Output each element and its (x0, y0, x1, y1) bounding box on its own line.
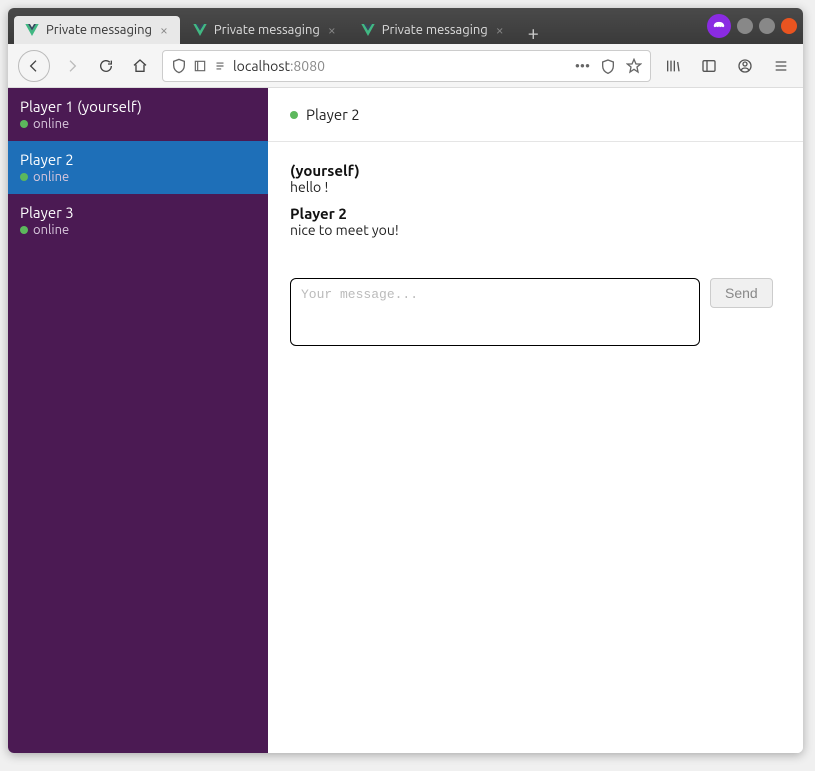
private-mode-icon (707, 14, 731, 38)
url-host: localhost (233, 58, 290, 74)
tab-title: Private messaging (46, 23, 152, 37)
messages-list: (yourself) hello ! Player 2 nice to meet… (268, 142, 803, 268)
back-button[interactable] (18, 50, 50, 82)
forward-button[interactable] (60, 54, 84, 78)
vue-icon (360, 22, 376, 38)
home-button[interactable] (128, 54, 152, 78)
shield-icon[interactable] (171, 58, 187, 74)
chat-header: Player 2 (268, 88, 803, 142)
menu-icon[interactable] (769, 54, 793, 78)
chat-header-name: Player 2 (306, 106, 360, 123)
new-tab-button[interactable]: + (518, 21, 549, 44)
main-panel: Player 2 (yourself) hello ! Player 2 nic… (268, 88, 803, 753)
page-actions-icon[interactable]: ••• (575, 58, 590, 74)
status-line: online (20, 170, 256, 184)
reload-button[interactable] (94, 54, 118, 78)
sidebar-item-label: Player 2 (20, 151, 256, 168)
message-text: nice to meet you! (290, 222, 781, 238)
message: Player 2 nice to meet you! (290, 205, 781, 238)
bookmark-icon[interactable] (626, 58, 642, 74)
minimize-button[interactable] (737, 18, 753, 34)
url-port: :8080 (290, 58, 325, 74)
message: (yourself) hello ! (290, 162, 781, 195)
online-status-dot (290, 111, 298, 119)
reader-mode-icon[interactable] (600, 58, 616, 74)
online-status-dot (20, 173, 28, 181)
tab-title: Private messaging (214, 23, 320, 37)
permissions-icon[interactable] (213, 59, 227, 73)
page-info-icon[interactable] (193, 59, 207, 73)
close-icon[interactable]: × (158, 22, 170, 38)
online-status-dot (20, 226, 28, 234)
toolbar: localhost:8080 ••• (8, 44, 803, 88)
vue-icon (192, 22, 208, 38)
status-label: online (33, 223, 69, 237)
sidebar-item-label: Player 3 (20, 204, 256, 221)
window-close-button[interactable] (781, 18, 797, 34)
sidebar-item-label: Player 1 (yourself) (20, 98, 256, 115)
sidebar-icon[interactable] (697, 54, 721, 78)
message-text: hello ! (290, 179, 781, 195)
tab-1[interactable]: Private messaging × (14, 16, 180, 44)
sidebar: Player 1 (yourself) online Player 2 onli… (8, 88, 268, 753)
status-line: online (20, 117, 256, 131)
sidebar-item-player3[interactable]: Player 3 online (8, 194, 268, 247)
toolbar-right (661, 54, 793, 78)
send-button[interactable]: Send (710, 278, 773, 308)
tab-title: Private messaging (382, 23, 488, 37)
status-label: online (33, 170, 69, 184)
url-text: localhost:8080 (233, 58, 569, 74)
online-status-dot (20, 120, 28, 128)
tab-strip: Private messaging × Private messaging × … (14, 8, 707, 44)
titlebar: Private messaging × Private messaging × … (8, 8, 803, 44)
status-line: online (20, 223, 256, 237)
status-label: online (33, 117, 69, 131)
tab-2[interactable]: Private messaging × (182, 16, 348, 44)
account-icon[interactable] (733, 54, 757, 78)
url-bar[interactable]: localhost:8080 ••• (162, 50, 651, 82)
close-icon[interactable]: × (494, 22, 506, 38)
library-icon[interactable] (661, 54, 685, 78)
window-controls (707, 14, 797, 38)
message-input[interactable] (290, 278, 700, 346)
maximize-button[interactable] (759, 18, 775, 34)
message-sender: (yourself) (290, 162, 781, 179)
tab-3[interactable]: Private messaging × (350, 16, 516, 44)
vue-icon (24, 22, 40, 38)
browser-window: Private messaging × Private messaging × … (8, 8, 803, 753)
sidebar-item-player2[interactable]: Player 2 online (8, 141, 268, 194)
close-icon[interactable]: × (326, 22, 338, 38)
app-content: Player 1 (yourself) online Player 2 onli… (8, 88, 803, 753)
message-sender: Player 2 (290, 205, 781, 222)
composer: Send (268, 268, 803, 356)
sidebar-item-player1[interactable]: Player 1 (yourself) online (8, 88, 268, 141)
